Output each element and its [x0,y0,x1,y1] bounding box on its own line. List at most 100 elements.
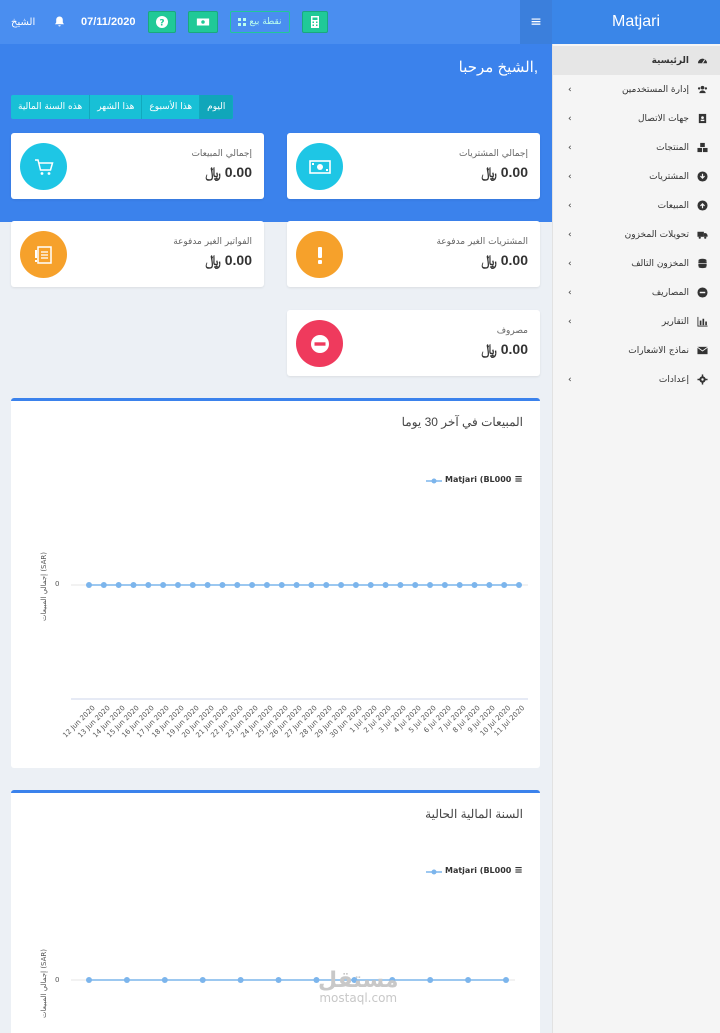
data-point[interactable] [189,582,196,588]
data-point[interactable] [249,582,256,588]
data-point[interactable] [115,582,122,588]
sidebar-item-products[interactable]: ‹ المنتجات [553,133,720,162]
stat-card-total-sales: إجمالي المبيعات 0.00 ﷼ [11,133,264,199]
sidebar-item-settings[interactable]: ‹ إعدادات [553,365,720,394]
data-point[interactable] [263,582,270,588]
data-point[interactable] [427,977,434,983]
data-point[interactable] [352,582,359,588]
data-point[interactable] [278,582,285,588]
data-point[interactable] [161,977,168,983]
truck-icon [695,228,709,242]
stat-card-expenses: مصروف 0.00 ﷼ [287,310,540,376]
data-point[interactable] [427,582,434,588]
chevron-left-icon: ‹ [568,200,572,211]
chevron-left-icon: ‹ [568,229,572,240]
data-point[interactable] [123,977,130,983]
notifications-button[interactable] [54,0,65,44]
sidebar-item-reports[interactable]: ‹ التقارير [553,307,720,336]
data-point[interactable] [86,977,92,983]
data-point[interactable] [204,582,211,588]
money-icon [296,143,343,190]
cubes-icon [695,141,709,155]
sidebar-item-notification-templates[interactable]: نماذج الاشعارات [553,336,720,365]
bell-icon [55,16,64,27]
database-icon [695,257,709,271]
sidebar-item-expenses[interactable]: ‹ المصاريف [553,278,720,307]
data-point[interactable] [397,582,404,588]
data-point[interactable] [456,582,463,588]
brand-logo[interactable]: Matjari [552,0,720,44]
sidebar-item-stock-transfers[interactable]: ‹ تحويلات المخزون [553,220,720,249]
sidebar-item-sales[interactable]: ‹ المبيعات [553,191,720,220]
sidebar-item-contacts[interactable]: ‹ جهات الاتصال [553,104,720,133]
tab-today[interactable]: اليوم [200,95,234,119]
tab-this-week[interactable]: هذا الأسبوع [142,95,201,119]
data-point[interactable] [199,977,206,983]
dashboard-icon [695,54,709,68]
stat-card-total-purchases: إجمالي المشتريات 0.00 ﷼ [287,133,540,199]
gear-icon [695,373,709,387]
chevron-left-icon: ‹ [568,171,572,182]
data-point[interactable] [486,582,493,588]
pos-button[interactable]: نقطة بيع [230,11,290,33]
download-icon [695,170,709,184]
calculator-button[interactable] [302,0,328,44]
sidebar-item-purchases[interactable]: ‹ المشتريات [553,162,720,191]
svg-text:?: ? [159,19,164,29]
chevron-left-icon: ‹ [568,316,572,327]
cart-icon [20,143,67,190]
data-point[interactable] [501,582,508,588]
top-navbar: الشيخ 07/11/2020 ? نقطة بيع [0,0,552,44]
data-point[interactable] [234,582,241,588]
data-point[interactable] [275,977,282,983]
data-point[interactable] [293,582,300,588]
tab-this-month[interactable]: هذا الشهر [90,95,143,119]
chevron-left-icon: ‹ [568,374,572,385]
data-point[interactable] [145,582,152,588]
help-button[interactable]: ? [148,0,176,44]
data-point[interactable] [367,582,374,588]
data-point[interactable] [441,582,448,588]
fiscal-year-panel: السنة المالية الحالية Matjari (BL000 ≡ إ… [11,790,540,1033]
sidebar: الرئيسية ‹ إدارة المستخدمين ‹ جهات الاتص… [552,44,720,1033]
data-point[interactable] [503,977,509,983]
date-range-tabs: هذه السنة المالية هذا الشهر هذا الأسبوع … [11,95,234,119]
data-point[interactable] [465,977,472,983]
chevron-left-icon: ‹ [568,258,572,269]
data-point[interactable] [237,977,244,983]
data-point[interactable] [130,582,137,588]
current-date: 07/11/2020 [81,16,136,28]
watermark-logo: مستقل mostaql.com [318,968,399,1005]
tab-fiscal-year[interactable]: هذه السنة المالية [11,95,91,119]
data-point[interactable] [412,582,419,588]
invoice-icon [20,231,67,278]
data-point[interactable] [174,582,181,588]
minus-circle-icon [296,320,343,367]
data-point[interactable] [516,582,522,588]
user-menu[interactable]: الشيخ [11,0,35,44]
data-point[interactable] [338,582,345,588]
data-point[interactable] [323,582,330,588]
data-point[interactable] [471,582,478,588]
hamburger-icon: ≡ [530,14,542,30]
data-point[interactable] [160,582,167,588]
sidebar-toggle-button[interactable]: ≡ [520,0,552,44]
th-icon [238,18,247,26]
data-point[interactable] [382,582,389,588]
chevron-left-icon: ‹ [568,84,572,95]
chevron-left-icon: ‹ [568,113,572,124]
data-point[interactable] [308,582,315,588]
question-icon: ? [156,16,168,29]
cash-register-button[interactable] [188,0,218,44]
sidebar-item-damaged-stock[interactable]: ‹ المخزون التالف [553,249,720,278]
stat-card-unpaid-invoices: الفواتير الغير مدفوعة 0.00 ﷼ [11,221,264,287]
contacts-icon [695,112,709,126]
upload-icon [695,199,709,213]
sidebar-item-users[interactable]: ‹ إدارة المستخدمين [553,75,720,104]
fiscal-year-chart [71,977,515,983]
sidebar-item-home[interactable]: الرئيسية [553,46,720,75]
data-point[interactable] [219,582,226,588]
data-point[interactable] [100,582,107,588]
chevron-left-icon: ‹ [568,142,572,153]
data-point[interactable] [86,582,92,588]
